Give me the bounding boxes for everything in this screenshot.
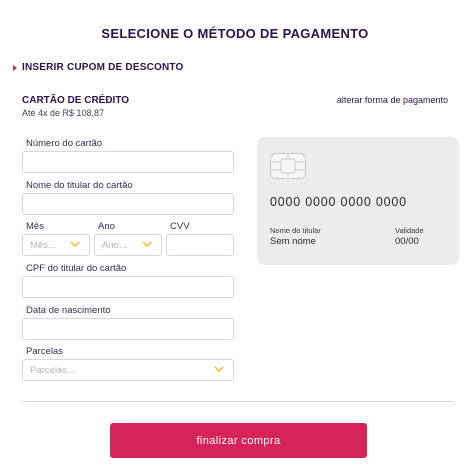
chevron-down-icon (70, 241, 80, 247)
installments-info: Até 4x de R$ 108,87 (22, 108, 105, 118)
birth-date-label: Data de nascimento (26, 305, 111, 316)
year-select[interactable]: Ano... (94, 234, 162, 256)
card-preview-holder-value: Sem nome (270, 236, 316, 247)
caret-right-icon (13, 64, 17, 71)
month-select[interactable]: Mês... (22, 234, 90, 256)
coupon-toggle[interactable]: INSERIR CUPOM DE DESCONTO (13, 62, 184, 73)
holder-name-label: Nome do titular do cartão (26, 180, 133, 191)
cvv-input[interactable] (166, 234, 234, 256)
cpf-label: CPF do titular do cartão (26, 263, 127, 274)
year-select-value: Ano... (102, 239, 127, 251)
payment-method-title: CARTÃO DE CRÉDITO (22, 95, 130, 106)
card-number-label: Número do cartão (26, 138, 103, 149)
divider (22, 401, 454, 402)
card-preview-holder-label: Nome do titular (270, 226, 321, 235)
coupon-toggle-label: INSERIR CUPOM DE DESCONTO (22, 62, 184, 73)
cvv-label: CVV (170, 221, 190, 232)
card-preview-expiry-value: 00/00 (395, 236, 419, 247)
change-payment-method-link[interactable]: alterar forma de pagamento (337, 95, 448, 105)
card-number-input[interactable] (22, 151, 234, 173)
card-preview-expiry-label: Validade (395, 226, 424, 235)
installments-select-value: Parcelas... (30, 364, 75, 376)
card-preview-number: 0000 0000 0000 0000 (270, 195, 407, 209)
year-label: Ano (98, 221, 115, 232)
birth-date-input[interactable] (22, 318, 234, 340)
holder-name-input[interactable] (22, 193, 234, 215)
page-title: SELECIONE O MÉTODO DE PAGAMENTO (101, 26, 369, 41)
credit-card-preview: 0000 0000 0000 0000 Nome do titular Sem … (257, 137, 459, 265)
cpf-input[interactable] (22, 276, 234, 298)
month-select-value: Mês... (30, 239, 56, 251)
chevron-down-icon (142, 241, 152, 247)
finalize-purchase-button[interactable]: finalizar compra (110, 423, 367, 458)
month-label: Mês (26, 221, 44, 232)
card-chip-icon (270, 153, 306, 179)
chevron-down-icon (214, 366, 224, 372)
installments-label: Parcelas (26, 346, 63, 357)
installments-select[interactable]: Parcelas... (22, 359, 234, 381)
